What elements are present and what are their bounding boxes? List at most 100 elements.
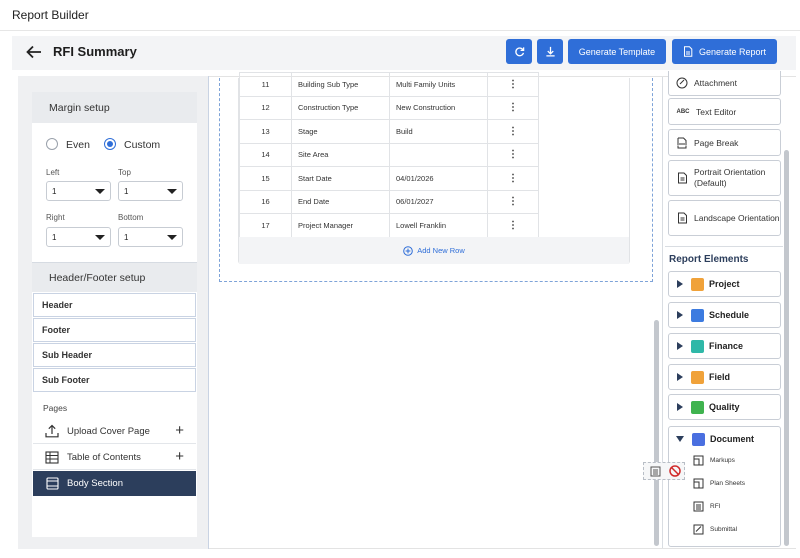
rfi-item[interactable]: RFI	[692, 500, 720, 512]
value-cell[interactable]: New Construction	[389, 95, 488, 120]
download-icon	[545, 46, 555, 57]
caret-down-icon	[167, 235, 177, 240]
more-icon[interactable]: ⋮	[487, 142, 539, 167]
portrait-icon	[676, 172, 688, 184]
schedule-label: Schedule	[709, 310, 750, 320]
value-cell[interactable]: 04/01/2026	[389, 166, 488, 191]
sub-header-item[interactable]: Sub Header	[33, 343, 196, 367]
plan-sheets-icon	[692, 477, 704, 489]
left-margin-label: Left	[46, 168, 60, 177]
left-margin-select[interactable]: 1	[46, 181, 111, 201]
caret-right-icon	[677, 373, 683, 381]
caret-right-icon	[677, 311, 683, 319]
footer-item[interactable]: Footer	[33, 318, 196, 342]
field-cell[interactable]: Stage	[291, 119, 390, 144]
divider	[665, 246, 783, 247]
bottom-margin-select[interactable]: 1	[118, 227, 183, 247]
markups-icon	[692, 454, 704, 466]
page-break-tool[interactable]: Page Break	[668, 129, 781, 156]
header-item[interactable]: Header	[33, 293, 196, 317]
top-margin-select[interactable]: 1	[118, 181, 183, 201]
upload-icon	[44, 423, 60, 439]
plus-circle-icon	[403, 245, 414, 256]
caret-right-icon	[677, 403, 683, 411]
upload-cover-page-item[interactable]: Upload Cover Page +	[33, 419, 196, 444]
value-cell[interactable]: Lowell Franklin	[389, 213, 488, 238]
arrow-left-icon	[26, 45, 41, 59]
field-cell[interactable]: Project Manager	[291, 213, 390, 238]
landscape-icon	[676, 212, 688, 224]
more-icon[interactable]: ⋮	[487, 189, 539, 214]
more-icon[interactable]: ⋮	[487, 166, 539, 191]
field-cell[interactable]: End Date	[291, 189, 390, 214]
caret-down-icon	[167, 189, 177, 194]
project-category[interactable]: Project	[668, 271, 781, 297]
table-row: 15 Start Date 04/01/2026 ⋮	[239, 166, 539, 191]
sub-footer-item[interactable]: Sub Footer	[33, 368, 196, 392]
report-elements-title: Report Elements	[669, 254, 749, 265]
divider	[0, 30, 800, 31]
drag-ghost	[643, 462, 685, 480]
add-new-row-button[interactable]: Add New Row	[239, 237, 629, 264]
value-cell[interactable]: 06/01/2027	[389, 189, 488, 214]
landscape-orientation-tool[interactable]: Landscape Orientation	[668, 200, 781, 236]
caret-right-icon	[677, 280, 683, 288]
text-editor-tool[interactable]: ABC Text Editor	[668, 98, 781, 125]
generate-report-button[interactable]: Generate Report	[672, 39, 777, 64]
generate-template-button[interactable]: Generate Template	[568, 39, 666, 64]
text-editor-label: Text Editor	[696, 106, 737, 117]
more-icon[interactable]: ⋮	[487, 72, 539, 97]
right-margin-select[interactable]: 1	[46, 227, 111, 247]
body-section-item[interactable]: Body Section	[33, 471, 196, 496]
custom-label: Custom	[124, 139, 161, 151]
schedule-icon	[691, 308, 704, 322]
markups-item[interactable]: Markups	[692, 454, 735, 466]
portrait-orientation-tool[interactable]: Portrait Orientation (Default)	[668, 160, 781, 196]
quality-icon	[691, 400, 704, 414]
table-of-contents-label: Table of Contents	[67, 451, 141, 463]
plus-icon[interactable]: +	[175, 423, 184, 438]
plan-sheets-item[interactable]: Plan Sheets	[692, 477, 745, 489]
row-number: 15	[239, 166, 292, 191]
canvas-scrollbar[interactable]	[654, 320, 659, 546]
field-cell[interactable]: Building Sub Type	[291, 72, 390, 97]
more-icon[interactable]: ⋮	[487, 119, 539, 144]
more-icon[interactable]: ⋮	[487, 95, 539, 120]
custom-radio[interactable]	[104, 138, 116, 150]
quality-category[interactable]: Quality	[668, 394, 781, 420]
elements-scrollbar[interactable]	[784, 150, 789, 546]
schedule-category[interactable]: Schedule	[668, 302, 781, 328]
quality-label: Quality	[709, 402, 740, 412]
table-of-contents-item[interactable]: Table of Contents +	[33, 445, 196, 470]
submittal-item[interactable]: Submittal	[692, 523, 737, 535]
finance-category[interactable]: Finance	[668, 333, 781, 359]
field-category[interactable]: Field	[668, 364, 781, 390]
attachment-tool[interactable]: Attachment	[668, 71, 781, 96]
upload-cover-page-label: Upload Cover Page	[67, 425, 150, 437]
more-icon[interactable]: ⋮	[487, 213, 539, 238]
download-button[interactable]	[537, 39, 563, 64]
row-number: 16	[239, 189, 292, 214]
caret-down-icon	[95, 189, 105, 194]
portrait-orientation-label: Portrait Orientation (Default)	[694, 167, 766, 188]
page-break-label: Page Break	[694, 137, 739, 148]
field-cell[interactable]: Start Date	[291, 166, 390, 191]
project-icon	[691, 277, 704, 291]
row-number: 14	[239, 142, 292, 167]
plus-icon[interactable]: +	[175, 449, 184, 464]
rfi-icon	[692, 500, 704, 512]
document-category[interactable]: Document	[668, 426, 781, 452]
back-button[interactable]	[24, 42, 44, 62]
field-cell[interactable]: Site Area	[291, 142, 390, 167]
submittal-icon	[692, 523, 704, 535]
caret-right-icon	[677, 342, 683, 350]
value-cell[interactable]: Build	[389, 119, 488, 144]
project-label: Project	[709, 279, 740, 289]
refresh-button[interactable]	[506, 39, 532, 64]
field-cell[interactable]: Construction Type	[291, 95, 390, 120]
rfi-icon	[650, 466, 661, 476]
even-radio[interactable]	[46, 138, 58, 150]
table-icon	[44, 449, 60, 465]
value-cell[interactable]: Multi Family Units	[389, 72, 488, 97]
value-cell[interactable]	[389, 142, 488, 167]
